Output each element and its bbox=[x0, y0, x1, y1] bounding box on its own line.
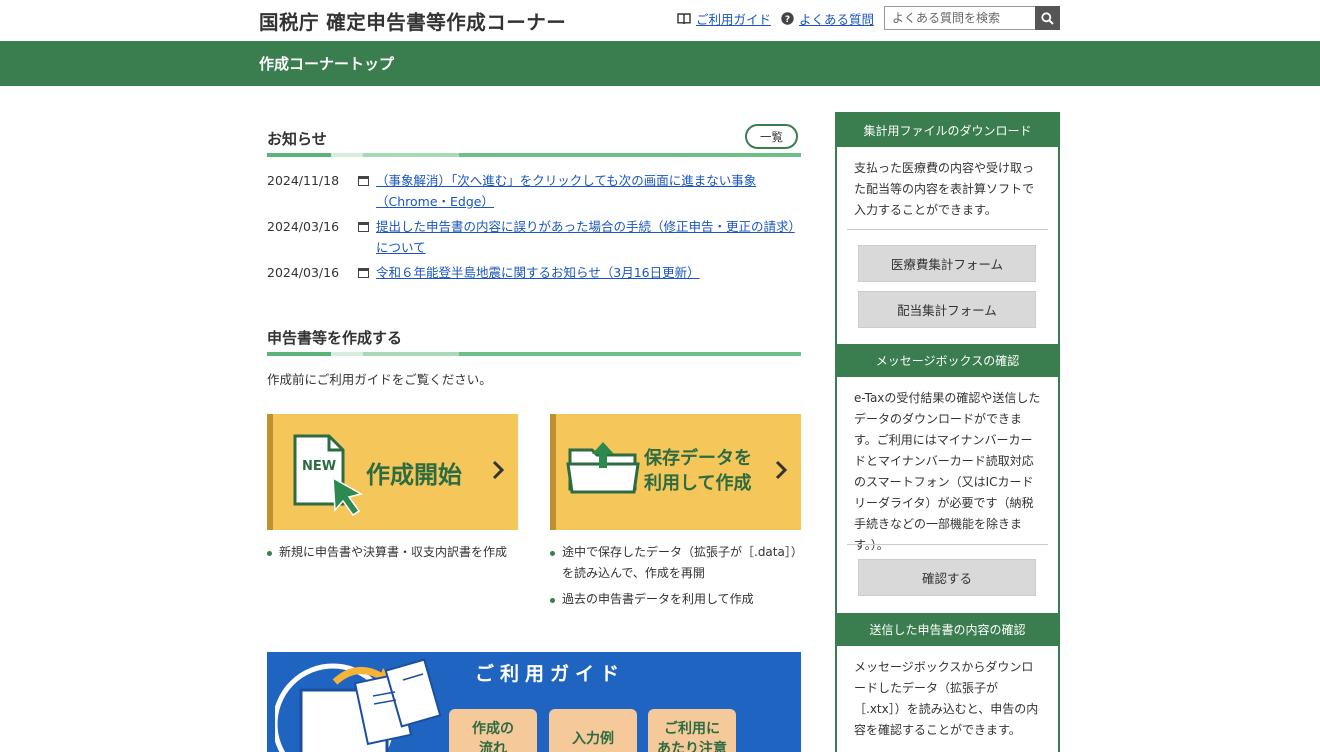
nav-current[interactable]: 作成コーナートップ bbox=[259, 53, 394, 74]
chevron-right-icon bbox=[775, 460, 788, 480]
notice-link[interactable]: 提出した申告書の内容に誤りがあった場合の手続（修正申告・更正の請求）について bbox=[376, 216, 796, 258]
bullet-item: 過去の申告書データを利用して作成 bbox=[550, 589, 801, 610]
messagebox-text: e-Taxの受付結果の確認や送信したデータのダウンロードができます。ご利用にはマ… bbox=[854, 391, 1041, 552]
notice-link[interactable]: 令和６年能登半島地震に関するお知らせ（3月16日更新） bbox=[376, 262, 796, 283]
divider bbox=[847, 544, 1048, 545]
start-new-title: 作成開始 bbox=[366, 461, 462, 489]
messagebox-heading: メッセージボックスの確認 bbox=[835, 344, 1060, 377]
new-document-icon: NEW bbox=[293, 434, 363, 517]
notice-item: 2024/11/18 （事象解消）「次へ進む」をクリックしても次の画面に進まない… bbox=[267, 170, 801, 212]
notices-heading: お知らせ bbox=[267, 130, 327, 148]
use-saved-title-line2: 利用して作成 bbox=[644, 473, 752, 494]
notice-link[interactable]: （事象解消）「次へ進む」をクリックしても次の画面に進まない事象（Chrome・E… bbox=[376, 170, 796, 212]
notices-more-button[interactable]: 一覧 bbox=[745, 124, 798, 149]
search-input[interactable] bbox=[884, 6, 1035, 30]
search-button[interactable] bbox=[1035, 6, 1060, 30]
notice-item: 2024/03/16 提出した申告書の内容に誤りがあった場合の手続（修正申告・更… bbox=[267, 216, 801, 258]
new-badge: NEW bbox=[302, 459, 336, 474]
nav-bar: 作成コーナートップ bbox=[0, 41, 1320, 86]
start-new-notes: 新規に申告書や決算書・収支内訳書を作成 bbox=[267, 542, 518, 563]
messagebox-confirm-button[interactable]: 確認する bbox=[858, 559, 1036, 596]
use-saved-notes: 途中で保存したデータ（拡張子が［.data］）を読み込んで、作成を再開 過去の申… bbox=[550, 542, 801, 610]
use-saved-data-card[interactable]: 保存データを 利用して作成 bbox=[550, 414, 801, 530]
notice-date: 2024/03/16 bbox=[267, 265, 340, 280]
guide-banner[interactable]: ご利用ガイド 作成の 流れ 入力例 ご利用に あたり注意 bbox=[267, 652, 801, 752]
faq-link[interactable]: ? よくある質問 bbox=[781, 9, 874, 28]
medical-form-button[interactable]: 医療費集計フォーム bbox=[858, 245, 1036, 282]
guide-link[interactable]: ご利用ガイド bbox=[677, 9, 771, 28]
bullet-item: 途中で保存したデータ（拡張子が［.data］）を読み込んで、作成を再開 bbox=[550, 542, 801, 584]
folder-upload-icon bbox=[566, 442, 640, 494]
window-icon bbox=[358, 222, 369, 232]
faq-link-label: よくある質問 bbox=[799, 12, 875, 27]
notices-divider bbox=[267, 153, 801, 157]
guide-notes-line1: ご利用に bbox=[664, 721, 720, 737]
download-heading: 集計用ファイルのダウンロード bbox=[835, 114, 1060, 147]
guide-documents-illustration bbox=[275, 658, 442, 752]
question-icon: ? bbox=[781, 12, 794, 25]
faq-search bbox=[884, 6, 1060, 30]
create-lead: 作成前にご利用ガイドをご覧ください。 bbox=[267, 372, 492, 387]
notice-date: 2024/11/18 bbox=[267, 173, 340, 188]
use-saved-title: 保存データを 利用して作成 bbox=[644, 446, 752, 496]
search-icon bbox=[1041, 11, 1054, 25]
sent-text: メッセージボックスからダウンロードしたデータ（拡張子が［.xtx］）を読み込むと… bbox=[854, 660, 1039, 737]
guide-banner-title: ご利用ガイド bbox=[475, 663, 626, 685]
divider bbox=[847, 229, 1048, 230]
create-heading: 申告書等を作成する bbox=[267, 329, 403, 347]
notice-item: 2024/03/16 令和６年能登半島地震に関するお知らせ（3月16日更新） bbox=[267, 262, 801, 283]
window-icon bbox=[358, 176, 369, 186]
site-title[interactable]: 国税庁 確定申告書等作成コーナー bbox=[259, 6, 566, 35]
use-saved-title-line1: 保存データを bbox=[644, 448, 752, 469]
download-text: 支払った医療費の内容や受け取った配当等の内容を表計算ソフトで入力することができま… bbox=[854, 161, 1035, 217]
book-icon bbox=[677, 13, 691, 25]
notice-date: 2024/03/16 bbox=[267, 219, 340, 234]
sidebar: 集計用ファイルのダウンロード 支払った医療費の内容や受け取った配当等の内容を表計… bbox=[835, 112, 1060, 752]
guide-example-line1: 入力例 bbox=[572, 731, 614, 747]
guide-flow-line1: 作成の bbox=[472, 721, 514, 737]
start-new-card[interactable]: NEW 作成開始 bbox=[267, 414, 518, 530]
dividend-form-button[interactable]: 配当集計フォーム bbox=[858, 291, 1036, 328]
chevron-right-icon bbox=[492, 460, 505, 480]
svg-text:?: ? bbox=[785, 15, 790, 25]
guide-link-label: ご利用ガイド bbox=[696, 12, 772, 27]
sent-heading: 送信した申告書の内容の確認 bbox=[835, 613, 1060, 646]
bullet-item: 新規に申告書や決算書・収支内訳書を作成 bbox=[267, 542, 518, 563]
window-icon bbox=[358, 268, 369, 278]
create-divider bbox=[267, 352, 801, 356]
site-header: 国税庁 確定申告書等作成コーナー ご利用ガイド ? よくある質問 bbox=[0, 0, 1320, 41]
